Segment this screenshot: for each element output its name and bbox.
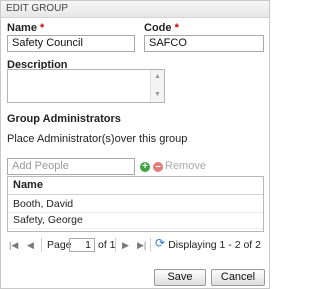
name-label-text: Name bbox=[7, 22, 37, 34]
description-textarea[interactable]: ▲ ▼ bbox=[7, 69, 165, 103]
add-people-input[interactable]: Add People bbox=[7, 158, 135, 175]
code-field[interactable]: SAFCO bbox=[144, 35, 264, 52]
remove-button[interactable]: Remove bbox=[165, 160, 206, 172]
grid-column-name[interactable]: Name bbox=[8, 177, 263, 195]
name-field[interactable]: Safety Council bbox=[7, 35, 135, 52]
edit-group-dialog: EDIT GROUP Name * Safety Council Code * … bbox=[0, 0, 270, 289]
remove-person-icon[interactable]: – bbox=[153, 162, 163, 172]
pager-separator bbox=[41, 238, 42, 252]
page-label: Page bbox=[47, 239, 72, 251]
refresh-icon[interactable]: ⟳ bbox=[155, 236, 165, 250]
table-row[interactable]: Booth, David bbox=[8, 196, 263, 213]
code-label-text: Code bbox=[144, 22, 172, 34]
scroll-down-icon[interactable]: ▼ bbox=[151, 89, 164, 101]
pager-display-text: Displaying 1 - 2 of 2 bbox=[168, 239, 261, 251]
save-button[interactable]: Save bbox=[154, 269, 206, 286]
page-of-label: of 1 bbox=[98, 239, 116, 251]
add-person-icon[interactable]: + bbox=[140, 162, 150, 172]
name-required-mark: * bbox=[40, 22, 45, 34]
previous-page-icon[interactable]: ◀ bbox=[27, 238, 34, 252]
pager-separator bbox=[150, 238, 151, 252]
administrators-instruction: Place Administrator(s)over this group bbox=[7, 133, 188, 145]
pager-separator bbox=[115, 238, 116, 252]
scroll-up-icon[interactable]: ▲ bbox=[151, 71, 164, 83]
dialog-title: EDIT GROUP bbox=[1, 1, 269, 18]
next-page-icon[interactable]: ▶ bbox=[122, 238, 129, 252]
administrators-grid: Name Booth, David Safety, George bbox=[7, 176, 264, 232]
code-label: Code * bbox=[144, 22, 179, 34]
page-number-input[interactable]: 1 bbox=[69, 238, 95, 252]
last-page-icon[interactable]: ▶| bbox=[137, 238, 146, 252]
administrators-heading: Group Administrators bbox=[7, 113, 121, 125]
description-scrollbar[interactable]: ▲ ▼ bbox=[150, 70, 164, 102]
table-row[interactable]: Safety, George bbox=[8, 212, 263, 229]
name-label: Name * bbox=[7, 22, 44, 34]
first-page-icon[interactable]: |◀ bbox=[9, 238, 18, 252]
cancel-button[interactable]: Cancel bbox=[211, 269, 265, 286]
code-required-mark: * bbox=[174, 22, 179, 34]
pager: |◀ ◀ Page 1 of 1 ▶ ▶| ⟳ Displaying 1 - 2… bbox=[7, 235, 263, 255]
